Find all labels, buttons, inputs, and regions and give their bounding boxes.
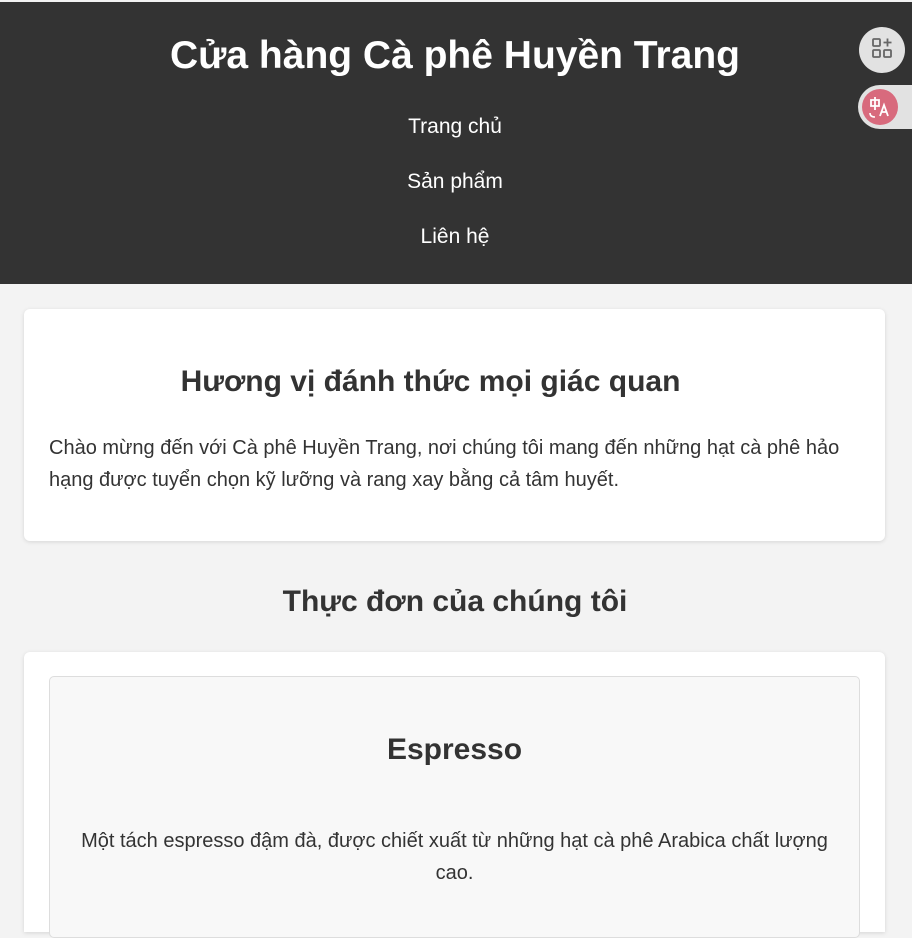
nav-link-products[interactable]: Sản phẩm bbox=[407, 170, 503, 193]
site-title: Cửa hàng Cà phê Huyền Trang bbox=[170, 34, 740, 77]
hero-card bbox=[24, 309, 885, 541]
product-description: Một tách espresso đậm đà, được chiết xuấ… bbox=[81, 830, 828, 884]
nav-link-contact[interactable]: Liên hệ bbox=[421, 225, 490, 248]
site-header: Cửa hàng Cà phê Huyền Trang Trang chủ Sả… bbox=[0, 2, 912, 284]
nav-item-contact: Liên hệ bbox=[0, 222, 910, 277]
nav-item-products: Sản phẩm bbox=[0, 167, 910, 222]
translate-button[interactable] bbox=[858, 85, 912, 129]
apps-add-icon bbox=[871, 37, 893, 64]
nav-link-home[interactable]: Trang chủ bbox=[408, 115, 502, 138]
product-card-espresso: Espresso Một tách espresso đậm đà, được … bbox=[49, 676, 860, 938]
hero-text: Chào mừng đến với Cà phê Huyền Trang, nơ… bbox=[49, 437, 840, 491]
main-nav: Trang chủ Sản phẩm Liên hệ bbox=[0, 112, 910, 277]
hero-title: Hương vị đánh thức mọi giác quan bbox=[180, 365, 681, 398]
product-name: Espresso bbox=[386, 733, 523, 766]
menu-title: Thực đơn của chúng tôi bbox=[282, 585, 628, 618]
nav-item-home: Trang chủ bbox=[0, 112, 910, 167]
apps-add-button[interactable] bbox=[859, 27, 905, 73]
translate-icon bbox=[862, 89, 898, 125]
